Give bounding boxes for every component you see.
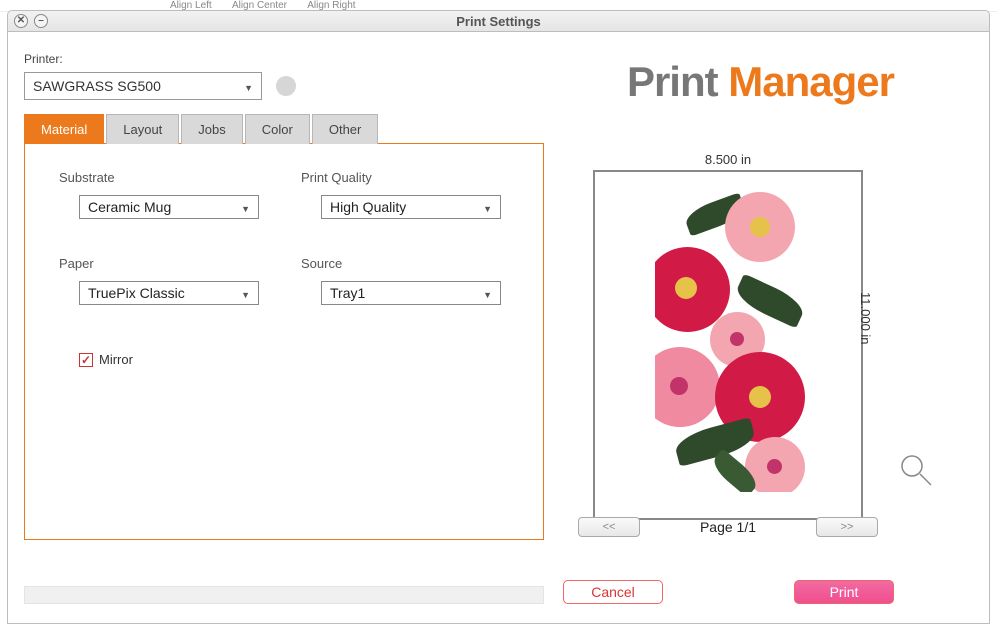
printer-value: SAWGRASS SG500 — [33, 78, 161, 94]
preview-area: 8.500 in — [578, 152, 878, 520]
close-icon[interactable]: ✕ — [14, 14, 28, 28]
checkbox-checked-icon: ✓ — [79, 353, 93, 367]
next-page-button[interactable]: >> — [816, 517, 878, 537]
settings-panel: Substrate Ceramic Mug ▼ Print Quality Hi… — [24, 143, 544, 540]
paper-select[interactable]: TruePix Classic ▼ — [79, 281, 259, 305]
quality-label: Print Quality — [301, 170, 372, 185]
mirror-checkbox[interactable]: ✓ Mirror — [79, 352, 133, 367]
tab-bar: Material Layout Jobs Color Other — [24, 114, 380, 144]
brand-part1: Print — [627, 58, 728, 105]
source-select[interactable]: Tray1 ▼ — [321, 281, 501, 305]
source-label: Source — [301, 256, 342, 271]
quality-select[interactable]: High Quality ▼ — [321, 195, 501, 219]
chevron-down-icon: ▼ — [241, 290, 250, 300]
printer-select[interactable]: SAWGRASS SG500 ▼ — [24, 72, 262, 100]
chevron-down-icon: ▼ — [241, 204, 250, 214]
mirror-label: Mirror — [99, 352, 133, 367]
window-body: Printer: SAWGRASS SG500 ▼ Print Manager … — [7, 32, 990, 624]
tab-other[interactable]: Other — [312, 114, 379, 144]
artwork-preview — [655, 192, 805, 492]
chevron-down-icon: ▼ — [483, 290, 492, 300]
page-indicator: Page 1/1 — [700, 519, 756, 535]
cancel-button[interactable]: Cancel — [563, 580, 663, 604]
tab-jobs[interactable]: Jobs — [181, 114, 242, 144]
page-height-label: 11.000 in — [858, 292, 873, 345]
window-title: Print Settings — [8, 14, 989, 29]
paper-label: Paper — [59, 256, 94, 271]
page-width-label: 8.500 in — [578, 152, 878, 167]
quality-value: High Quality — [330, 199, 406, 215]
brand-part2: Manager — [728, 58, 894, 105]
tab-color[interactable]: Color — [245, 114, 310, 144]
page-navigation: << Page 1/1 >> — [578, 517, 878, 537]
print-button[interactable]: Print — [794, 580, 894, 604]
chevron-down-icon: ▼ — [244, 83, 253, 93]
chevron-down-icon: ▼ — [483, 204, 492, 214]
titlebar: ✕ – Print Settings — [7, 10, 990, 32]
printer-status-icon — [276, 76, 296, 96]
substrate-select[interactable]: Ceramic Mug ▼ — [79, 195, 259, 219]
substrate-label: Substrate — [59, 170, 115, 185]
minimize-icon[interactable]: – — [34, 14, 48, 28]
page-preview — [593, 170, 863, 520]
prev-page-button[interactable]: << — [578, 517, 640, 537]
paper-value: TruePix Classic — [88, 285, 185, 301]
printer-label: Printer: — [24, 52, 63, 66]
tab-material[interactable]: Material — [24, 114, 104, 144]
bottom-bar: Cancel Print — [8, 566, 989, 616]
zoom-icon[interactable] — [898, 452, 934, 488]
tab-layout[interactable]: Layout — [106, 114, 179, 144]
brand-logo: Print Manager — [627, 58, 894, 106]
progress-bar — [24, 586, 544, 604]
substrate-value: Ceramic Mug — [88, 199, 171, 215]
source-value: Tray1 — [330, 285, 365, 301]
